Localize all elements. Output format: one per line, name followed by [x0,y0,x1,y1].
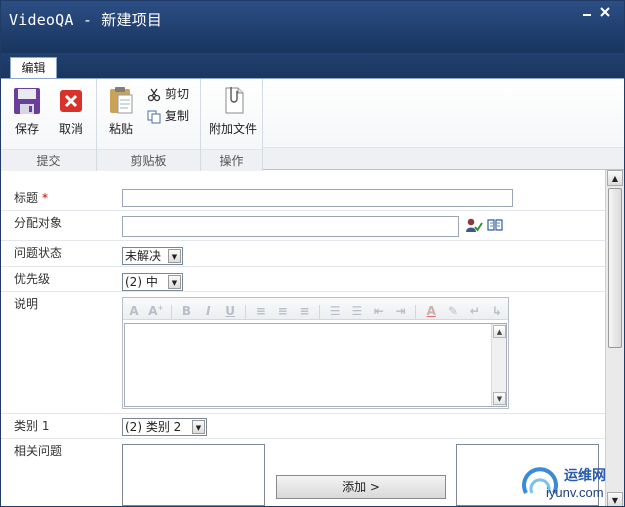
text-color-icon[interactable]: A [422,301,440,321]
align-left-icon[interactable]: ≡ [252,301,270,321]
toolbar-divider [415,304,417,319]
copy-icon [147,110,161,123]
bold-icon[interactable]: B [177,301,195,321]
attachment-icon [225,87,244,114]
group-label-filler [263,147,624,169]
scroll-up-icon[interactable]: ▲ [493,325,506,338]
assigned-to-input[interactable] [122,216,459,237]
priority-label: 优先级 [14,272,51,286]
save-label: 保存 [14,122,39,136]
font-size-icon[interactable]: A+ [147,298,165,318]
underline-icon[interactable]: U [221,301,239,321]
title-bar: VideoQA - 新建项目 [1,1,624,53]
cut-button[interactable]: 剪切 [147,85,189,103]
group-label-clipboard: 剪贴板 [97,149,200,171]
toolbar-divider [170,304,172,319]
add-button[interactable]: 添加 > [276,475,446,499]
chevron-down-icon: ▼ [168,249,181,263]
attach-file-button[interactable]: 附加文件 [206,85,260,137]
numbered-list-icon[interactable]: ☰ [326,301,344,321]
title-label: 标题 * [14,191,49,205]
cancel-label: 取消 [58,122,83,136]
font-icon[interactable]: A [125,301,143,321]
priority-select[interactable]: (2) 中 ▼ [122,273,183,291]
check-names-icon[interactable] [465,217,483,236]
minimize-icon[interactable] [581,7,593,19]
rte-toolbar: A A+ B I U ≡ ≡ ≡ ☰ ☰ ⇤ ⇥ A ✎ ↵ ↳ [123,298,508,320]
toolbar-divider [319,304,321,319]
ltr-icon[interactable]: ↵ [466,301,484,321]
scroll-up-icon[interactable]: ▲ [607,170,623,186]
editor-scrollbar[interactable]: ▲ ▼ [491,324,506,406]
cancel-icon [60,90,82,112]
description-textarea[interactable]: ▲ ▼ [124,323,507,407]
required-marker: * [42,191,49,205]
close-icon[interactable] [599,7,611,19]
issue-status-select[interactable]: 未解决 ▼ [122,247,183,265]
highlight-icon[interactable]: ✎ [444,301,462,321]
copy-label: 复制 [165,109,190,123]
watermark-url: iyunv.com [546,485,604,500]
group-label-submit: 提交 [1,149,96,171]
increase-indent-icon[interactable]: ⇥ [392,301,410,321]
paste-button[interactable]: 粘贴 [105,85,137,137]
form-scrollbar[interactable]: ▲ ▼ [605,170,624,506]
scissors-icon [147,88,161,101]
tab-edit[interactable]: 编辑 [10,57,57,79]
row-category: 类别 1 [1,414,605,439]
ribbon-group-submit: 保存 取消 提交 [1,79,97,171]
chevron-down-icon: ▼ [168,275,181,289]
category-select[interactable]: (2) 类别 2 ▼ [122,418,207,436]
row-priority: 优先级 [1,267,605,292]
ribbon-group-actions: 附加文件 操作 [201,79,263,171]
ribbon: 保存 取消 提交 粘贴 剪切 复制 剪贴板 附加文件 操作 [1,78,624,171]
assigned-to-label: 分配对象 [14,216,63,230]
category-value: (2) 类别 2 [125,420,182,434]
ribbon-tabstrip [1,53,624,79]
align-center-icon[interactable]: ≡ [274,301,292,321]
italic-icon[interactable]: I [199,301,217,321]
paste-label: 粘贴 [108,122,133,136]
window-title: VideoQA - 新建项目 [9,11,163,29]
save-button[interactable]: 保存 [9,87,45,137]
chevron-down-icon: ▼ [192,420,205,434]
watermark-text: 运维网 [564,467,606,483]
copy-button[interactable]: 复制 [147,107,189,125]
toolbar-divider [244,304,246,319]
row-issue-status: 问题状态 [1,241,605,267]
decrease-indent-icon[interactable]: ⇤ [370,301,388,321]
attach-file-label: 附加文件 [208,122,257,136]
priority-value: (2) 中 [125,275,158,289]
save-icon [14,88,40,114]
related-issues-available-list[interactable] [122,444,265,506]
paste-icon [110,87,133,114]
scroll-down-icon[interactable]: ▼ [493,392,506,405]
bullet-list-icon[interactable]: ☰ [348,301,366,321]
issue-status-value: 未解决 [125,249,162,263]
group-label-actions: 操作 [201,149,262,171]
ribbon-group-clipboard: 粘贴 剪切 复制 剪贴板 [97,79,201,171]
rtl-icon[interactable]: ↳ [488,301,506,321]
description-label: 说明 [14,297,39,311]
dialog-window: VideoQA - 新建项目 编辑 保存 取消 提交 粘贴 剪切 复制 剪贴板 … [0,0,625,507]
issue-status-label: 问题状态 [14,246,63,260]
related-issues-label: 相关问题 [14,444,63,458]
cut-label: 剪切 [165,87,190,101]
category-label: 类别 1 [14,419,50,433]
align-right-icon[interactable]: ≡ [295,301,313,321]
site-watermark: 运维网 iyunv.com [516,461,624,506]
scroll-thumb[interactable] [608,188,622,348]
address-book-icon[interactable] [487,218,503,235]
description-editor: A A+ B I U ≡ ≡ ≡ ☰ ☰ ⇤ ⇥ A ✎ ↵ ↳ ▲ ▼ [122,297,509,409]
cancel-button[interactable]: 取消 [53,87,89,137]
title-input[interactable] [122,189,513,207]
